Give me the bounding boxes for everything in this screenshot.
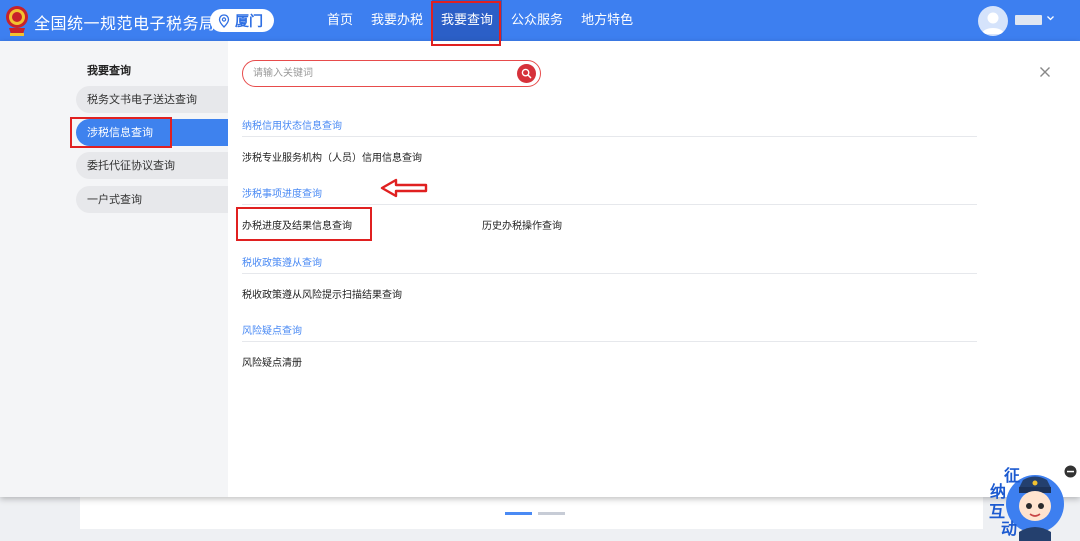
- section-title-risk-doubt: 风险疑点查询: [242, 326, 302, 337]
- link-compliance-risk-scan[interactable]: 税收政策遵从风险提示扫描结果查询: [242, 286, 402, 301]
- section-divider: [242, 273, 977, 274]
- link-risk-doubt-list[interactable]: 风险疑点清册: [242, 354, 302, 369]
- minimize-icon[interactable]: [1064, 465, 1077, 478]
- sidebar-item-tax-info[interactable]: 涉税信息查询: [76, 119, 228, 146]
- location-pin-icon: [218, 13, 230, 28]
- carousel-dot-active[interactable]: [505, 512, 532, 515]
- search-input[interactable]: [253, 65, 503, 82]
- section-divider: [242, 341, 977, 342]
- user-avatar[interactable]: [978, 6, 1008, 36]
- section-title-credit-status: 纳税信用状态信息查询: [242, 121, 342, 132]
- nav-query[interactable]: 我要查询: [432, 0, 503, 41]
- section-divider: [242, 204, 977, 205]
- interaction-mascot-widget[interactable]: 征 纳 互 动: [985, 462, 1065, 541]
- close-icon[interactable]: [1039, 66, 1051, 78]
- tax-emblem-icon: [6, 6, 28, 36]
- link-professional-credit-info[interactable]: 涉税专业服务机构（人员）信用信息查询: [242, 149, 422, 164]
- city-selector[interactable]: 厦门: [210, 9, 274, 32]
- nav-public-service[interactable]: 公众服务: [502, 0, 572, 41]
- city-name: 厦门: [235, 13, 263, 30]
- sidebar-item-one-stop[interactable]: 一户式查询: [76, 186, 228, 213]
- search-button[interactable]: [517, 64, 536, 83]
- nav-tax-handling[interactable]: 我要办税: [362, 0, 432, 41]
- section-title-policy-compliance: 税收政策遵从查询: [242, 258, 322, 269]
- red-arrow-left-icon: [380, 178, 428, 198]
- nav-local-features[interactable]: 地方特色: [572, 0, 642, 41]
- query-sidebar: 我要查询 税务文书电子送达查询 涉税信息查询 委托代征协议查询 一户式查询: [0, 41, 228, 497]
- sidebar-title: 我要查询: [87, 64, 131, 77]
- top-nav-bar: 全国统一规范电子税务局 厦门 首页 我要办税 我要查询 公众服务 地方特色: [0, 0, 1080, 41]
- user-name-redacted[interactable]: [1015, 15, 1042, 25]
- sidebar-item-commission-agreement[interactable]: 委托代征协议查询: [76, 152, 228, 179]
- search-box: [242, 60, 541, 87]
- nav-home[interactable]: 首页: [318, 0, 362, 41]
- carousel-dot[interactable]: [538, 512, 565, 515]
- sidebar-item-document-delivery[interactable]: 税务文书电子送达查询: [76, 86, 228, 113]
- mascot-char: 动: [1001, 519, 1018, 538]
- user-icon: [982, 12, 1004, 34]
- main-nav: 首页 我要办税 我要查询 公众服务 地方特色: [318, 0, 642, 41]
- search-icon: [521, 68, 532, 79]
- link-progress-result-query[interactable]: 办税进度及结果信息查询: [242, 217, 352, 232]
- section-divider: [242, 136, 977, 137]
- section-title-progress: 涉税事项进度查询: [242, 189, 322, 200]
- link-history-operation-query[interactable]: 历史办税操作查询: [482, 217, 562, 232]
- site-title[interactable]: 全国统一规范电子税务局: [34, 10, 216, 34]
- mascot-char: 征: [1004, 466, 1021, 485]
- query-dropdown-panel: 我要查询 税务文书电子送达查询 涉税信息查询 委托代征协议查询 一户式查询 纳税…: [0, 41, 1080, 497]
- chevron-down-icon[interactable]: [1046, 12, 1055, 24]
